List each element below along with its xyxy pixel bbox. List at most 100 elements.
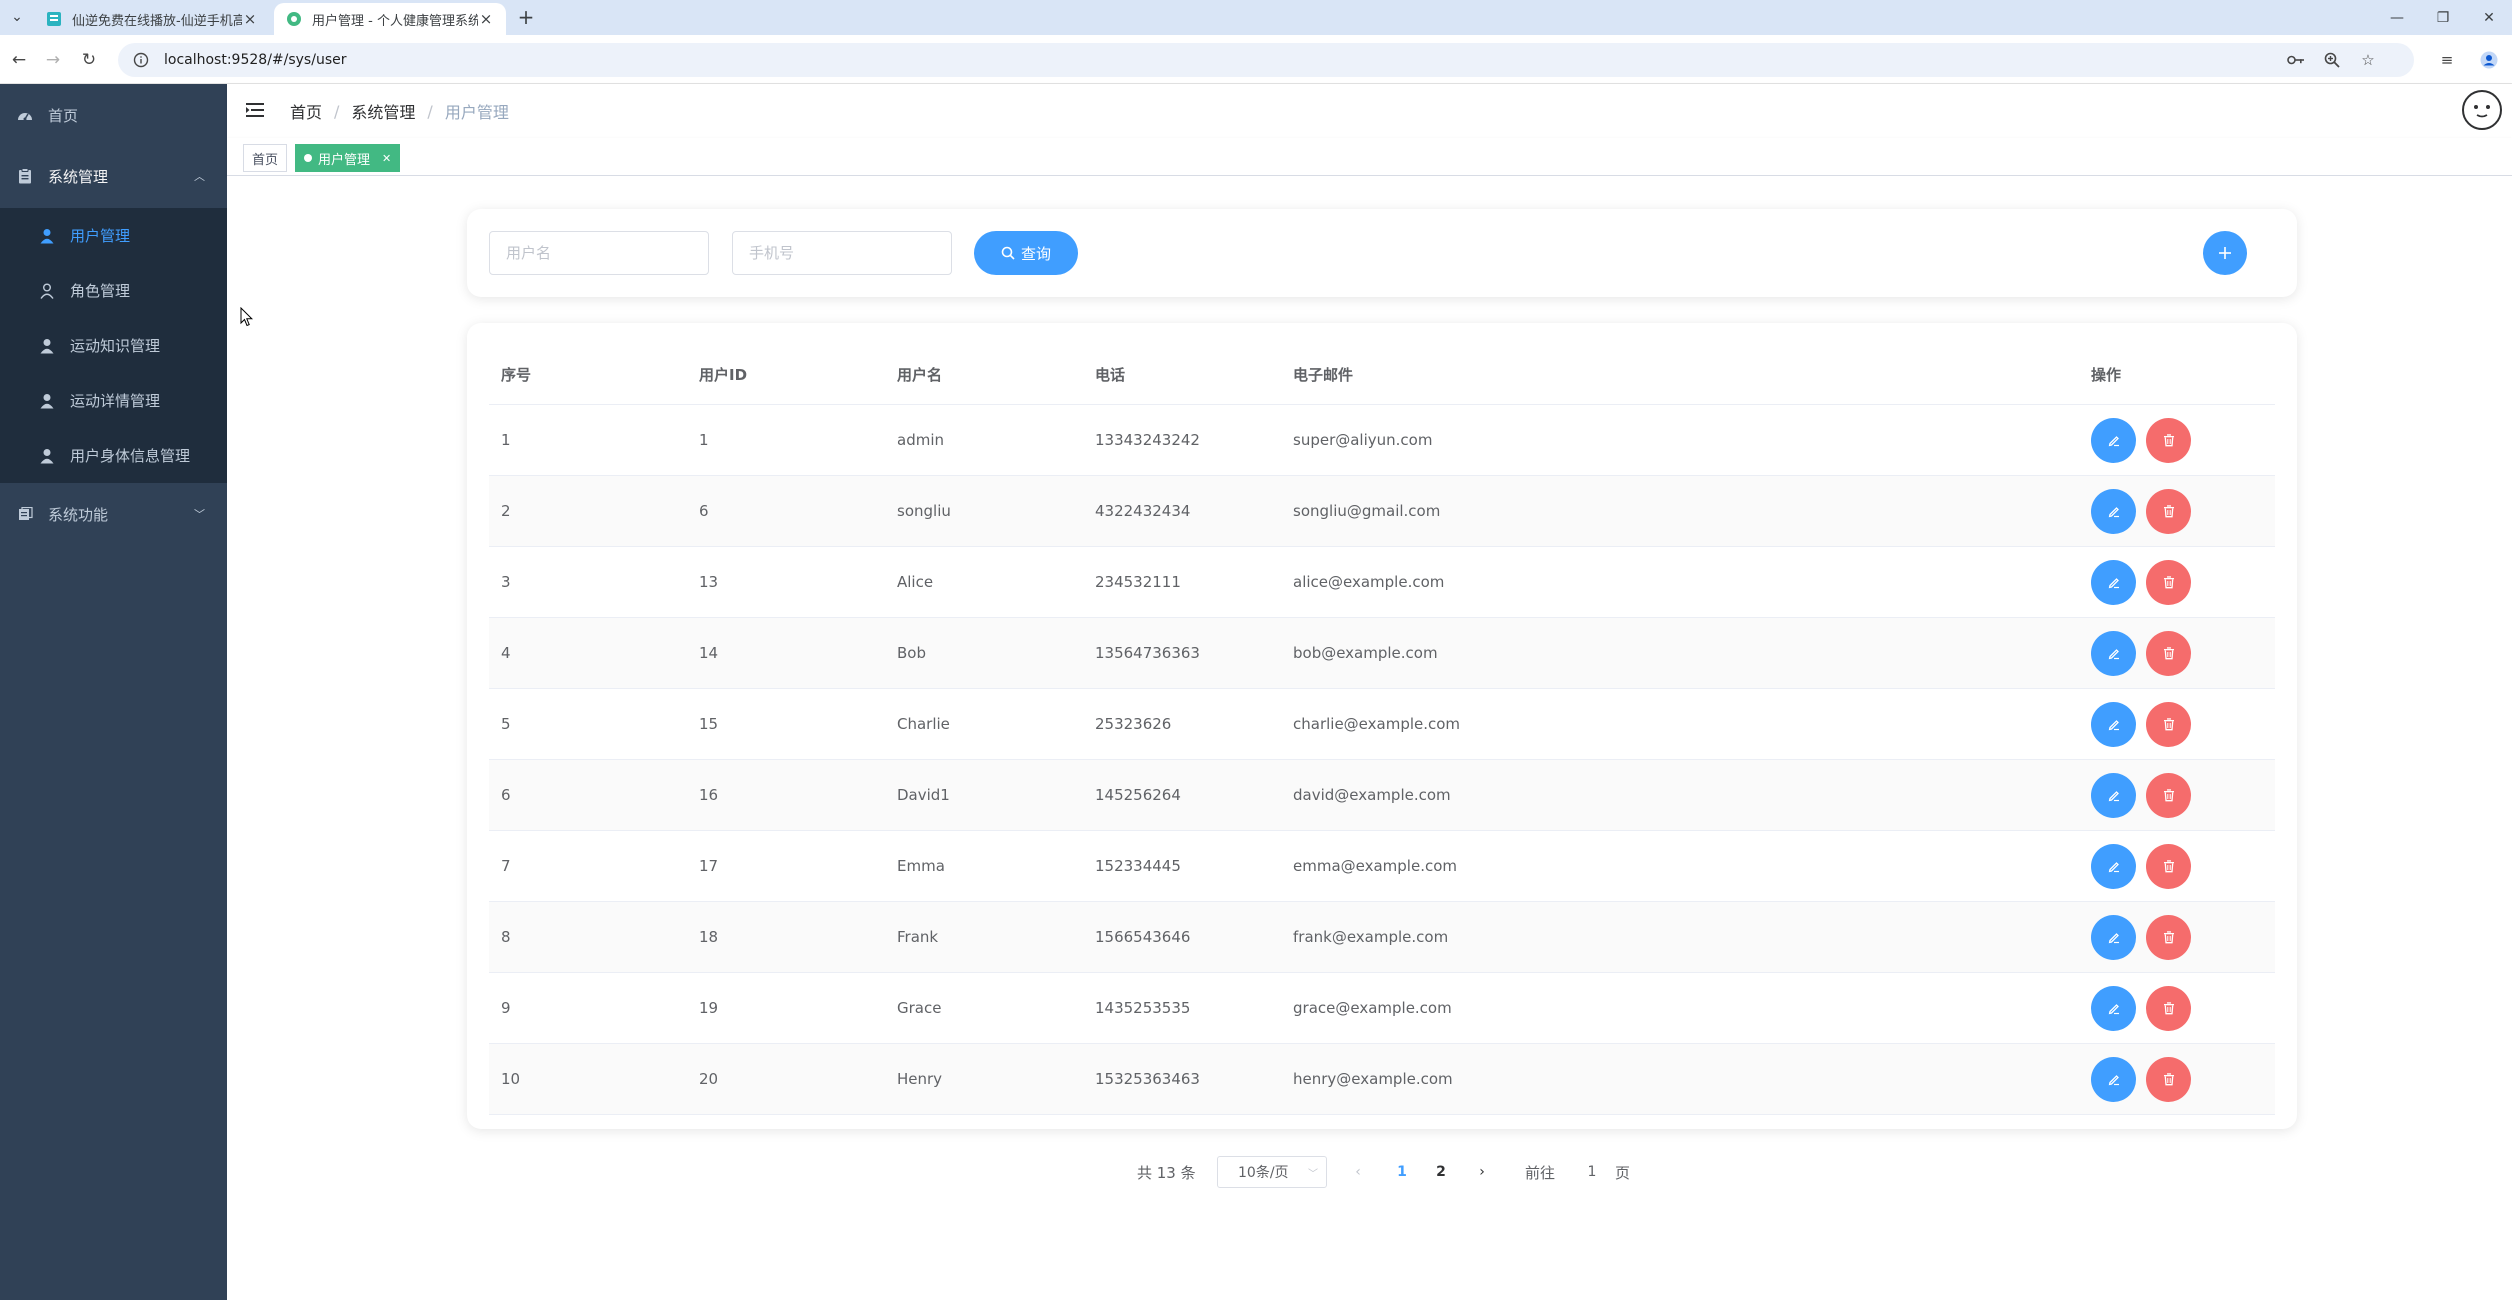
cell-actions [2079,630,2275,676]
password-key-icon[interactable] [2286,50,2306,70]
sidebar-item-label: 用户管理 [70,227,131,245]
window-controls: — ❐ ✕ [2374,0,2512,35]
sidebar-item-exercise-knowledge[interactable]: 运动知识管理 [0,318,227,373]
edit-button[interactable] [2091,417,2136,463]
delete-button[interactable] [2146,1056,2191,1102]
tab-list-button[interactable]: ⌄ [6,6,28,28]
hamburger-menu-icon[interactable] [245,100,265,120]
back-icon[interactable]: ← [6,47,32,73]
reload-icon[interactable]: ↻ [76,47,102,73]
sidebar-item-home[interactable]: 首页 [0,87,227,143]
goto-label: 前往 [1525,1164,1556,1182]
delete-button[interactable] [2146,701,2191,747]
page-suffix-label: 页 [1615,1164,1631,1182]
edit-button[interactable] [2091,914,2136,960]
edit-button[interactable] [2091,985,2136,1031]
tab-close-icon[interactable]: × [242,10,258,28]
cell-user-id: 6 [699,502,709,520]
trash-icon [2163,576,2174,589]
username-search-input[interactable] [489,231,709,275]
delete-button[interactable] [2146,914,2191,960]
delete-button[interactable] [2146,559,2191,605]
sidebar-item-user-management[interactable]: 用户管理 [0,208,227,263]
delete-button[interactable] [2146,985,2191,1031]
delete-button[interactable] [2146,772,2191,818]
breadcrumb-home[interactable]: 首页 [290,99,322,123]
cell-email: super@aliyun.com [1293,431,1433,449]
minimize-icon[interactable]: — [2374,0,2420,35]
profile-icon[interactable] [2476,47,2502,73]
cell-no: 1 [501,431,511,449]
page-number-2[interactable]: 2 [1426,1156,1456,1188]
site-info-icon[interactable] [132,51,150,69]
cell-username: Charlie [897,715,950,733]
cell-phone: 13343243242 [1095,431,1200,449]
cell-phone: 1566543646 [1095,928,1191,946]
page-number-1[interactable]: 1 [1387,1156,1417,1188]
trash-icon [2163,505,2174,518]
edit-button[interactable] [2091,630,2136,676]
user-icon [38,227,56,245]
table-row: 4 14 Bob 13564736363 bob@example.com [489,618,2275,689]
cell-actions [2079,914,2275,960]
next-page-icon[interactable]: › [1467,1156,1497,1188]
edit-button[interactable] [2091,1056,2136,1102]
sidebar-item-role-management[interactable]: 角色管理 [0,263,227,318]
active-dot-icon [304,154,312,162]
table-row: 10 20 Henry 15325363463 henry@example.com [489,1044,2275,1115]
tag-home[interactable]: 首页 [243,144,288,172]
edit-button[interactable] [2091,843,2136,889]
delete-button[interactable] [2146,843,2191,889]
tab-close-icon[interactable]: × [478,10,494,28]
sidebar-item-system-functions[interactable]: 系统功能 ﹀ [0,486,227,542]
add-user-button[interactable] [2203,231,2247,275]
cell-email: henry@example.com [1293,1070,1453,1088]
sidebar-item-exercise-detail[interactable]: 运动详情管理 [0,373,227,428]
breadcrumb: 首页 / 系统管理 / 用户管理 [290,84,509,138]
cell-phone: 145256264 [1095,786,1181,804]
breadcrumb-system-management[interactable]: 系统管理 [351,99,415,123]
browser-tab-user-management[interactable]: 用户管理 - 个人健康管理系统 × [274,3,506,35]
prev-page-icon[interactable]: ‹ [1343,1156,1373,1188]
cell-user-id: 18 [699,928,719,946]
new-tab-button[interactable]: + [515,5,537,29]
delete-button[interactable] [2146,417,2191,463]
cell-email: charlie@example.com [1293,715,1461,733]
delete-button[interactable] [2146,488,2191,534]
goto-page-input[interactable]: 1 [1567,1156,1617,1188]
table-row: 5 15 Charlie 25323626 charlie@example.com [489,689,2275,760]
bookmark-star-icon[interactable]: ☆ [2358,50,2378,70]
user-table-card: 序号 用户ID 用户名 电话 电子邮件 操作 1 1 admin 1334324324… [467,323,2297,1129]
edit-button[interactable] [2091,559,2136,605]
edit-button[interactable] [2091,772,2136,818]
edit-button[interactable] [2091,701,2136,747]
cell-actions [2079,488,2275,534]
breadcrumb-separator: / [334,101,340,121]
edit-pencil-icon [2108,578,2119,589]
zoom-icon[interactable] [2322,50,2342,70]
tag-user-management[interactable]: 用户管理 ✕ [295,144,401,172]
edit-pencil-icon [2108,1004,2119,1015]
phone-search-input[interactable] [732,231,952,275]
forward-icon[interactable]: → [40,47,66,73]
sidebar-item-system-management[interactable]: 系统管理 ︿ [0,148,227,204]
address-bar[interactable]: localhost:9528/#/sys/user ☆ [118,43,2414,77]
sidebar-item-body-info[interactable]: 用户身体信息管理 [0,428,227,483]
cell-username: Frank [897,928,939,946]
cell-no: 4 [501,644,511,662]
avatar[interactable] [2462,90,2502,130]
query-button[interactable]: 查询 [974,231,1078,275]
browser-tab-video[interactable]: 仙逆免费在线播放-仙逆手机高清 × [34,3,270,35]
edit-button[interactable] [2091,488,2136,534]
tag-close-icon[interactable]: ✕ [382,152,391,165]
media-controls-icon[interactable]: ≡ [2434,47,2460,73]
page-size-select[interactable]: 10条/页 ﹀ [1217,1156,1327,1188]
cell-actions [2079,843,2275,889]
cell-user-id: 13 [699,573,719,591]
close-window-icon[interactable]: ✕ [2466,0,2512,35]
breadcrumb-separator: / [427,101,433,121]
sidebar: 首页 系统管理 ︿ 用户管理 角色管理 运动知识管理 运动详情管理 用户身体信息… [0,84,227,1300]
restore-icon[interactable]: ❐ [2420,0,2466,35]
delete-button[interactable] [2146,630,2191,676]
table-row: 7 17 Emma 152334445 emma@example.com [489,831,2275,902]
